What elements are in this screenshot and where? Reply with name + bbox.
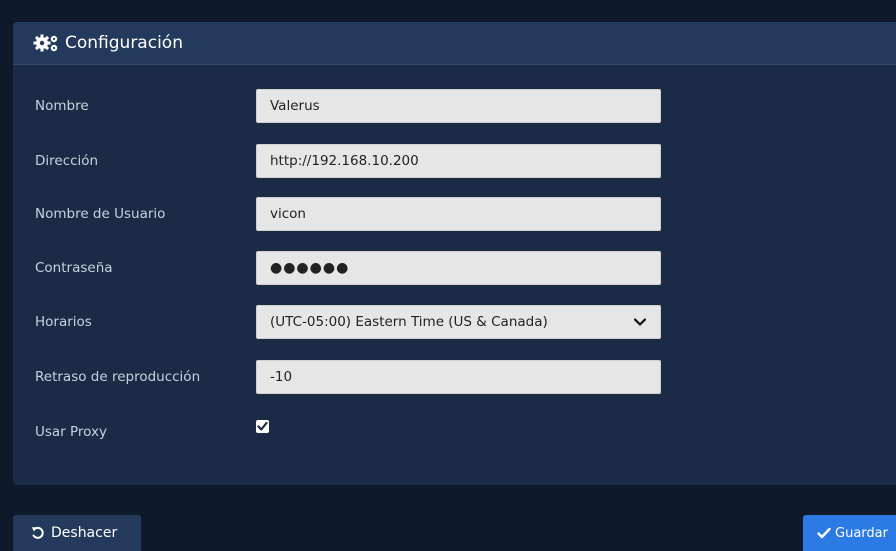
- nombre-input[interactable]: [256, 89, 661, 123]
- form-row-proxy: Usar Proxy: [13, 415, 896, 449]
- form-row-retraso: Retraso de reproducción: [13, 360, 896, 394]
- panel-header: Configuración: [13, 22, 896, 65]
- usuario-input[interactable]: [256, 197, 661, 231]
- cogs-icon: [33, 34, 58, 52]
- direccion-input[interactable]: [256, 144, 661, 178]
- undo-icon: [31, 526, 44, 539]
- proxy-checkbox[interactable]: [256, 420, 269, 433]
- chevron-down-icon: [634, 318, 646, 326]
- form-row-nombre: Nombre: [13, 89, 896, 123]
- form-row-usuario: Nombre de Usuario: [13, 197, 896, 231]
- undo-label: Deshacer: [51, 525, 118, 541]
- settings-panel: Configuración Nombre Dirección Nombre de…: [13, 22, 896, 485]
- retraso-input[interactable]: [256, 360, 661, 394]
- horarios-label: Horarios: [35, 314, 92, 330]
- direccion-label: Dirección: [35, 153, 99, 169]
- form-row-horarios: Horarios (UTC-05:00) Eastern Time (US & …: [13, 305, 896, 339]
- timezone-value: (UTC-05:00) Eastern Time (US & Canada): [270, 314, 548, 330]
- save-button[interactable]: Guardar: [803, 515, 896, 551]
- usuario-label: Nombre de Usuario: [35, 206, 166, 222]
- check-icon: [257, 421, 268, 431]
- password-input[interactable]: [256, 251, 661, 285]
- check-icon: [817, 527, 831, 539]
- timezone-select[interactable]: (UTC-05:00) Eastern Time (US & Canada): [256, 305, 661, 339]
- undo-button[interactable]: Deshacer: [13, 515, 141, 551]
- form-row-contrasena: Contraseña: [13, 251, 896, 285]
- form-row-direccion: Dirección: [13, 144, 896, 178]
- retraso-label: Retraso de reproducción: [35, 369, 201, 385]
- save-label: Guardar: [835, 525, 888, 541]
- nombre-label: Nombre: [35, 98, 89, 114]
- proxy-label: Usar Proxy: [35, 424, 108, 440]
- page-title: Configuración: [65, 33, 183, 53]
- contrasena-label: Contraseña: [35, 260, 113, 276]
